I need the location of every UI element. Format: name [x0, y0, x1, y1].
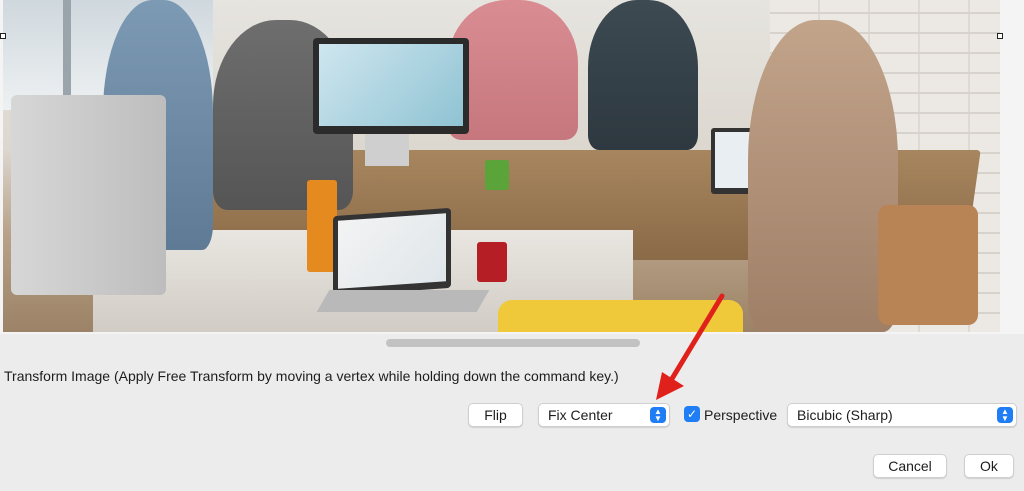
- anchor-select[interactable]: Fix Center ▲ ▼: [538, 403, 670, 427]
- interpolation-select-value: Bicubic (Sharp): [797, 407, 893, 423]
- cancel-button-label: Cancel: [888, 458, 932, 474]
- image-canvas[interactable]: [0, 0, 1024, 334]
- ok-button[interactable]: Ok: [964, 454, 1014, 478]
- horizontal-scrollbar[interactable]: [386, 339, 640, 347]
- transform-handle[interactable]: [0, 33, 6, 39]
- anchor-select-value: Fix Center: [548, 407, 613, 423]
- checkmark-icon: ✓: [686, 407, 698, 421]
- transform-handle[interactable]: [997, 33, 1003, 39]
- ok-button-label: Ok: [980, 458, 998, 474]
- photo-imac: [313, 38, 469, 134]
- chevron-up-down-icon: ▲ ▼: [650, 407, 666, 423]
- photo-person: [748, 20, 898, 332]
- photo-laptop: [333, 207, 451, 297]
- flip-button-label: Flip: [484, 407, 507, 423]
- annotation-arrow-icon: [656, 293, 725, 400]
- chevron-up-down-icon: ▲ ▼: [997, 407, 1013, 423]
- interpolation-select[interactable]: Bicubic (Sharp) ▲ ▼: [787, 403, 1017, 427]
- photo-chair: [878, 205, 978, 325]
- flip-button[interactable]: Flip: [468, 403, 523, 427]
- photo-person: [588, 0, 698, 150]
- instruction-text: Transform Image (Apply Free Transform by…: [4, 368, 619, 384]
- perspective-label: Perspective: [704, 407, 778, 423]
- photo-laptop-base: [316, 290, 490, 312]
- photo-mug: [477, 242, 507, 282]
- photo-monitor: [11, 95, 166, 295]
- photo-mug: [485, 160, 509, 190]
- photo-imac-stand: [365, 134, 409, 166]
- perspective-checkbox[interactable]: ✓: [684, 406, 700, 422]
- preview-photo[interactable]: [3, 0, 1000, 332]
- cancel-button[interactable]: Cancel: [873, 454, 947, 478]
